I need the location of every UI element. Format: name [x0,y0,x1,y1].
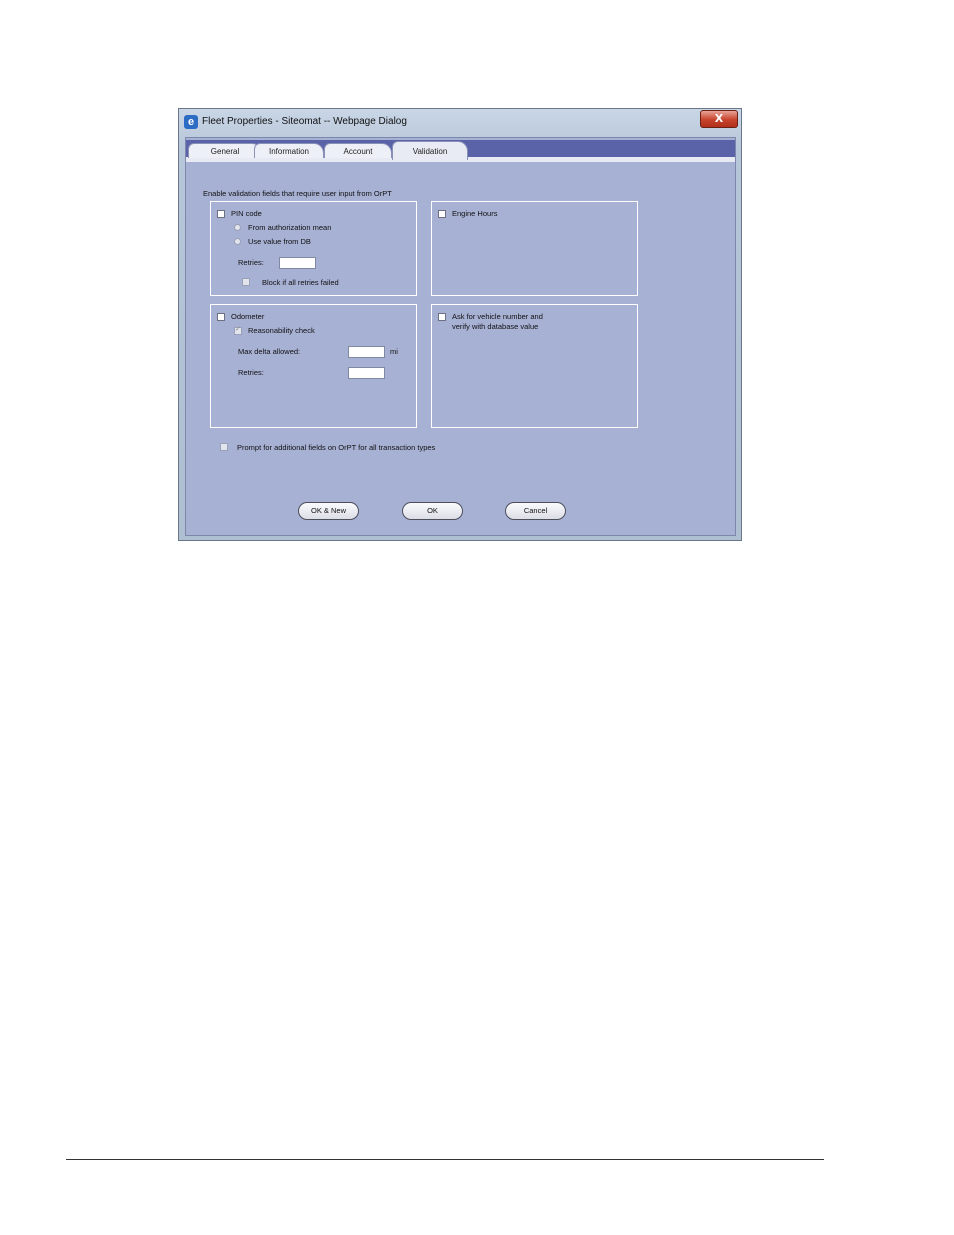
odometer-retries-input[interactable] [348,367,385,379]
prompt-additional-checkbox[interactable] [220,443,228,451]
tab-account[interactable]: Account [324,143,392,158]
max-delta-unit: mi [390,347,398,356]
engine-hours-checkbox[interactable] [438,210,446,218]
block-retries-checkbox[interactable] [242,278,250,286]
reasonability-check-label: Reasonability check [248,326,315,335]
odometer-checkbox[interactable] [217,313,225,321]
ie-icon: e [184,115,198,129]
tab-strip: General Information Account Validation [186,140,735,162]
ok-and-new-button[interactable]: OK & New [298,502,359,520]
max-delta-label: Max delta allowed: [238,347,301,356]
validation-intro-text: Enable validation fields that require us… [203,189,392,198]
title-bar[interactable]: e Fleet Properties - Siteomat -- Webpage… [179,109,741,135]
odometer-retries-label: Retries: [238,368,264,377]
prompt-additional-label: Prompt for additional fields on OrPT for… [237,443,436,452]
odometer-group: Odometer Reasonability check Max delta a… [210,304,417,428]
page-footer-rule [66,1159,824,1160]
reasonability-check-checkbox[interactable] [234,325,242,335]
pin-from-auth-label: From authorization mean [248,223,332,232]
vehicle-number-group: Ask for vehicle number and verify with d… [431,304,638,428]
pin-code-group: PIN code From authorization mean Use val… [210,201,417,296]
pin-code-checkbox[interactable] [217,210,225,218]
pin-from-db-label: Use value from DB [248,237,311,246]
tab-information[interactable]: Information [254,143,324,158]
pin-code-label: PIN code [231,209,262,218]
vehicle-number-label-line2: verify with database value [452,322,539,331]
close-button[interactable]: X [700,110,738,128]
vehicle-number-checkbox[interactable] [438,313,446,321]
max-delta-input[interactable] [348,346,385,358]
pin-from-auth-radio[interactable] [234,224,241,231]
engine-hours-label: Engine Hours [452,209,498,218]
engine-hours-group: Engine Hours [431,201,638,296]
tab-validation[interactable]: Validation [392,141,468,160]
tab-general[interactable]: General [188,143,262,158]
fleet-properties-dialog: e Fleet Properties - Siteomat -- Webpage… [178,108,742,541]
odometer-label: Odometer [231,312,265,321]
ok-button[interactable]: OK [402,502,463,520]
block-retries-label: Block if all retries failed [262,278,339,287]
pin-retries-input[interactable] [279,257,316,269]
pin-from-db-radio[interactable] [234,238,241,245]
window-title: Fleet Properties - Siteomat -- Webpage D… [202,116,407,127]
cancel-button[interactable]: Cancel [505,502,566,520]
vehicle-number-label-line1: Ask for vehicle number and [452,312,543,321]
pin-retries-label: Retries: [238,258,264,267]
dialog-client-area: General Information Account Validation E… [185,137,736,536]
